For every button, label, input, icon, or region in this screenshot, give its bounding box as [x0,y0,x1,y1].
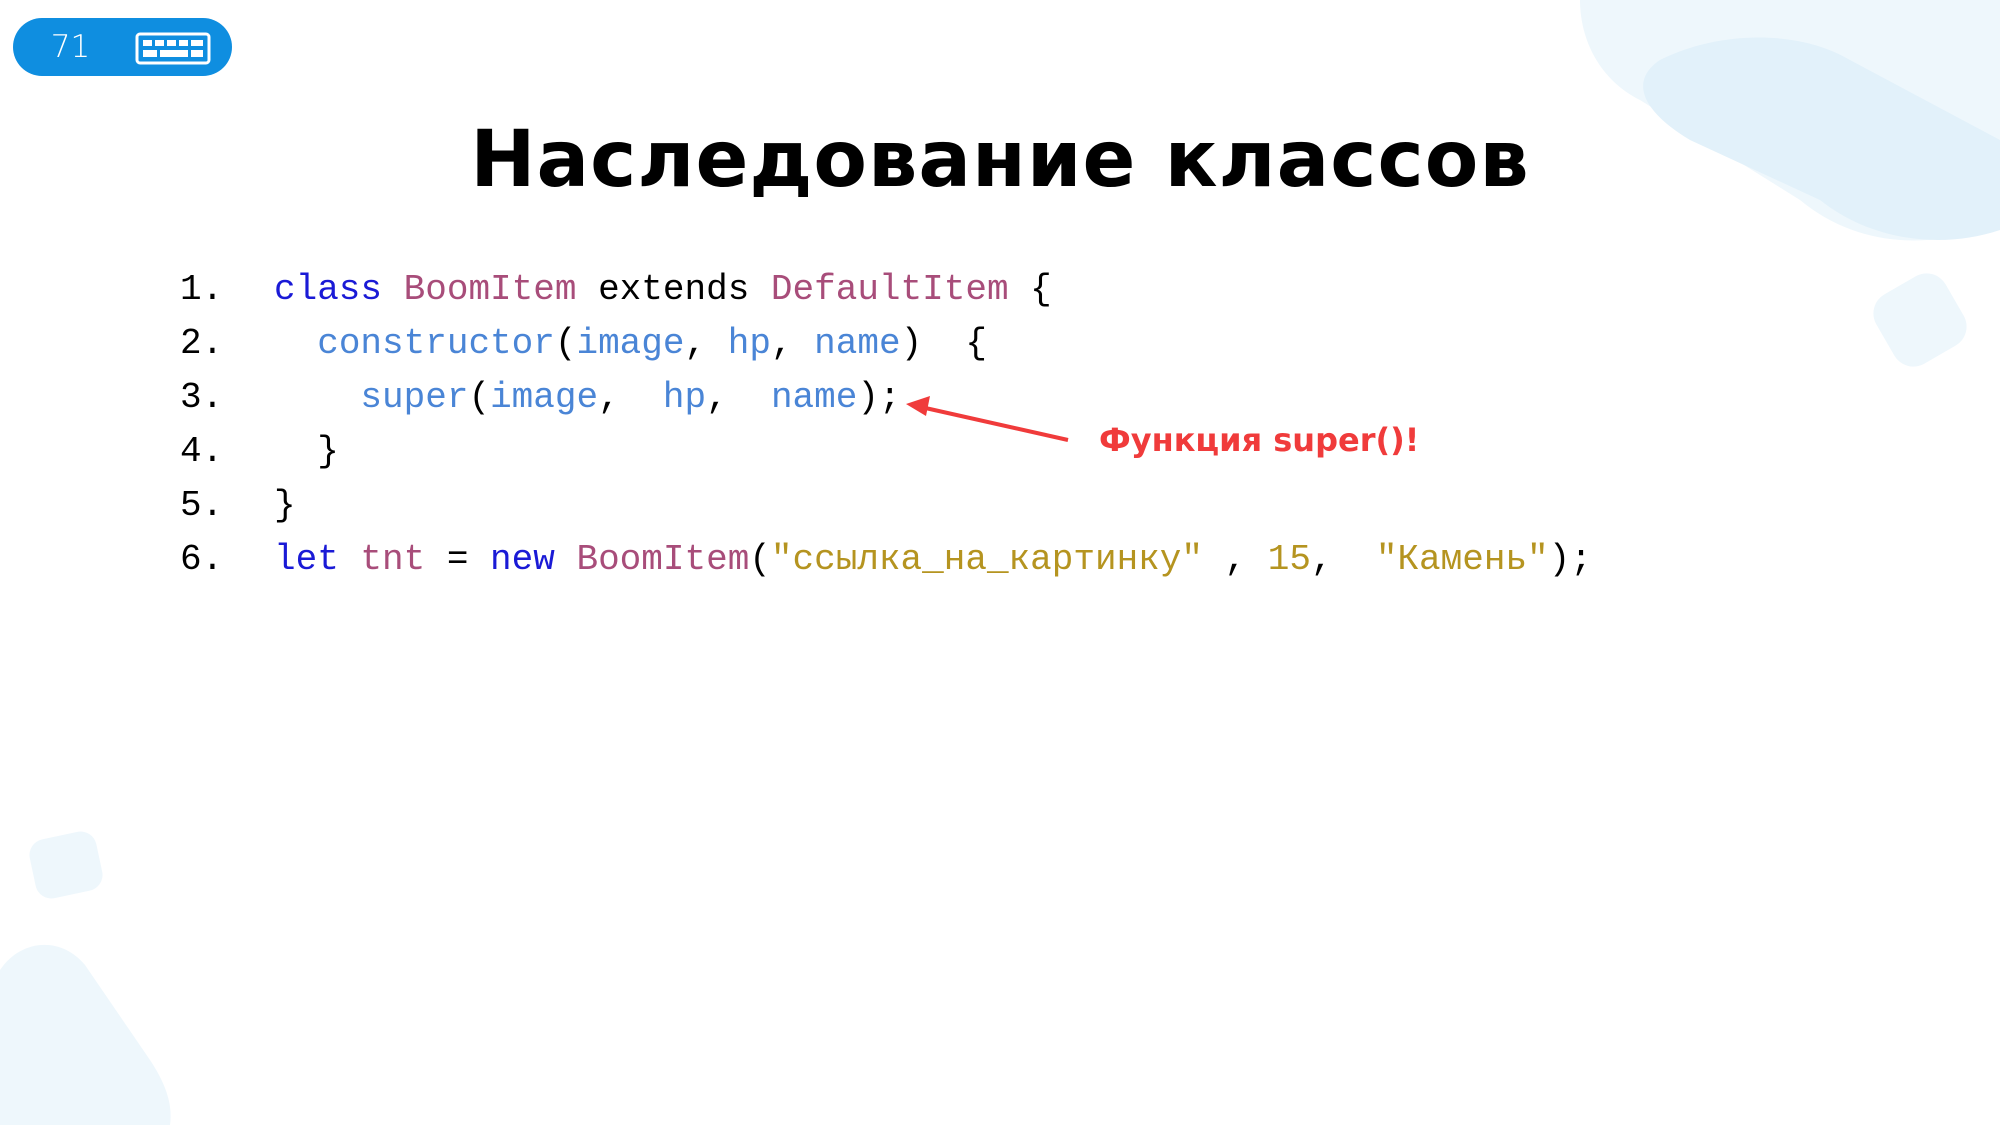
code-token-plain: , [706,377,771,418]
line-number: 4. [180,431,224,472]
decor-shape-left-small [29,831,103,899]
line-number: 2. [180,323,224,364]
line-number: 6. [180,539,224,580]
code-line: 6. let tnt = new BoomItem("ссылка_на_карт… [140,533,1592,587]
code-token-string: "Камень" [1375,539,1549,580]
code-token-plain: ( [468,377,491,418]
code-token-plain: ); [857,377,901,418]
code-token-plain: ) { [900,323,987,364]
code-token-plain: , [1202,539,1268,580]
code-line: 1. class BoomItem extends DefaultItem { [140,263,1592,317]
code-token-param: hp [662,377,707,418]
code-token-plain: { [1008,269,1052,310]
code-token-param: image [490,377,599,418]
line-number: 1. [180,269,224,310]
code-token-string: "ссылка_на_картинку" [770,539,1203,580]
code-token-plain: ( [554,323,577,364]
code-token-param: image [576,323,685,364]
code-token-plain: ( [749,539,771,580]
slide-number-badge[interactable]: 71 [13,18,232,76]
annotation-label: Функция super()! [1099,421,1420,459]
code-token-param: name [770,377,858,418]
code-token-plain: , [1311,539,1376,580]
code-token-classname: BoomItem [576,539,750,580]
line-number: 3. [180,377,224,418]
code-token-keyword: new [490,539,555,580]
code-token-classname: BoomItem [403,269,577,310]
decor-shape-right-small [1873,273,1967,367]
code-token-param: name [814,323,901,364]
code-line: 3. super(image, hp, name); [140,371,1592,425]
code-token-classname: tnt [360,539,426,580]
code-token-plain: = [425,539,491,580]
code-token-plain: extends [576,269,771,310]
code-token-keyword: class [274,269,383,310]
code-token-plain: } [274,485,296,526]
keyboard-icon [135,32,211,65]
code-token-plain: , [684,323,728,364]
slide-number: 71 [50,29,91,65]
code-token-plain: , [770,323,815,364]
code-line: 2. constructor(image, hp, name) { [140,317,1592,371]
code-token-param: super [360,377,469,418]
code-token-plain: } [274,431,339,472]
code-token-classname: DefaultItem [770,269,1009,310]
code-token-param: hp [727,323,771,364]
line-number: 5. [180,485,224,526]
code-token-string: 15 [1267,539,1312,580]
decor-shape-bottom-left [0,944,171,1125]
code-token-plain: ); [1548,539,1592,580]
code-token-param: constructor [317,323,555,364]
code-line: 5.} [140,479,1592,533]
code-token-keyword: let [274,539,339,580]
code-token-plain: , [598,377,663,418]
slide-title: Наследование классов [470,115,1530,205]
